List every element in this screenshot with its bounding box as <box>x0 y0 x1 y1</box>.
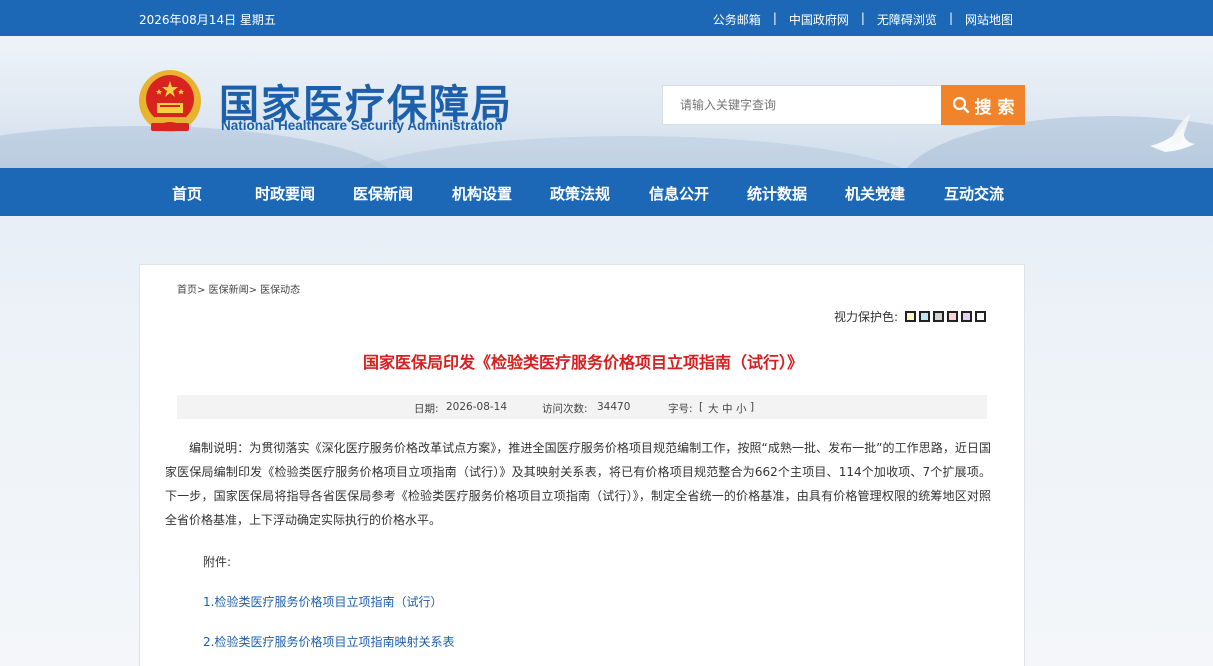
attachment-link-guide[interactable]: 1.检验类医疗服务价格项目立项指南（试行） <box>203 593 442 610</box>
color-swatch-white[interactable] <box>975 311 986 322</box>
breadcrumb-healthcare-updates[interactable]: 医保动态 <box>260 285 300 296</box>
article-meta: 日期: 2026-08-14 访问次数: 34470 字号: [ 大 中 小 ] <box>177 395 987 419</box>
search-input[interactable] <box>662 85 942 125</box>
eye-protection-label: 视力保护色: <box>833 310 898 324</box>
fontsize-medium[interactable]: 中 <box>722 401 733 416</box>
color-swatch-gray[interactable] <box>933 311 944 322</box>
separator: | <box>948 11 953 25</box>
site-header: 国家医疗保障局 National Healthcare Security Adm… <box>0 36 1213 168</box>
color-swatch-purple[interactable] <box>961 311 972 322</box>
link-gov-portal[interactable]: 中国政府网 <box>789 11 849 28</box>
breadcrumb-healthcare-news[interactable]: 医保新闻 <box>209 285 249 296</box>
link-sitemap[interactable]: 网站地图 <box>965 11 1013 28</box>
nav-item-party[interactable]: 机关党建 <box>845 183 905 204</box>
link-official-email[interactable]: 公务邮箱 <box>713 11 761 28</box>
article-panel: 首页> 医保新闻> 医保动态 视力保护色: 国家医保局印发《检验类医疗服务价格项… <box>139 264 1025 666</box>
nav-item-news[interactable]: 时政要闻 <box>255 183 315 204</box>
fontsize-bracket: ] <box>750 401 755 413</box>
top-links: 公务邮箱 | 中国政府网 | 无障碍浏览 | 网站地图 <box>713 11 1013 28</box>
breadcrumb-separator: > <box>197 285 206 296</box>
color-swatch-yellow[interactable] <box>905 311 916 322</box>
logo-english: National Healthcare Security Administrat… <box>221 118 503 133</box>
date-label: 日期: <box>414 403 439 415</box>
breadcrumb: 首页> 医保新闻> 医保动态 <box>177 281 300 296</box>
nav-item-organization[interactable]: 机构设置 <box>452 183 512 204</box>
mountain-decoration <box>330 136 930 168</box>
nav-item-policies[interactable]: 政策法规 <box>550 183 610 204</box>
color-swatch-pink[interactable] <box>947 311 958 322</box>
attachments-label: 附件: <box>203 555 232 569</box>
fontsize-large[interactable]: 大 <box>708 401 719 416</box>
national-emblem-icon <box>139 70 201 132</box>
article-body: 编制说明：为贯彻落实《深化医疗服务价格改革试点方案》，推进全国医疗服务价格项目规… <box>165 441 991 527</box>
search-button[interactable]: 搜 索 <box>941 85 1025 125</box>
current-date: 2026年08月14日 星期五 <box>139 13 276 27</box>
attachment-link-mapping-table[interactable]: 2.检验类医疗服务价格项目立项指南映射关系表 <box>203 633 454 650</box>
fontsize-small[interactable]: 小 <box>736 401 747 416</box>
fontsize-label: 字号: <box>668 403 693 415</box>
magnifier-icon <box>952 96 969 114</box>
visits-label: 访问次数: <box>542 403 588 415</box>
article-title: 国家医保局印发《检验类医疗服务价格项目立项指南（试行）》 <box>362 353 803 372</box>
visit-count: 34470 <box>597 401 631 413</box>
eye-protection-colors: 视力保护色: <box>834 308 986 325</box>
breadcrumb-home[interactable]: 首页 <box>177 285 197 296</box>
main-nav: 首页 时政要闻 医保新闻 机构设置 政策法规 信息公开 统计数据 机关党建 互动… <box>0 168 1213 216</box>
nav-item-statistics[interactable]: 统计数据 <box>747 183 807 204</box>
nav-item-disclosure[interactable]: 信息公开 <box>649 183 709 204</box>
article-date: 2026-08-14 <box>446 401 508 413</box>
dove-icon <box>1150 114 1195 152</box>
top-bar: 2026年08月14日 星期五 公务邮箱 | 中国政府网 | 无障碍浏览 | 网… <box>0 0 1213 36</box>
search-button-label: 搜 索 <box>974 97 1015 118</box>
nav-item-home[interactable]: 首页 <box>172 183 202 204</box>
color-swatch-blue[interactable] <box>919 311 930 322</box>
separator: | <box>772 11 777 25</box>
breadcrumb-separator: > <box>248 285 257 296</box>
separator: | <box>860 11 865 25</box>
fontsize-bracket: [ <box>699 401 704 413</box>
nav-item-healthcare-news[interactable]: 医保新闻 <box>353 183 413 204</box>
link-accessibility[interactable]: 无障碍浏览 <box>877 11 937 28</box>
nav-item-interaction[interactable]: 互动交流 <box>944 183 1004 204</box>
